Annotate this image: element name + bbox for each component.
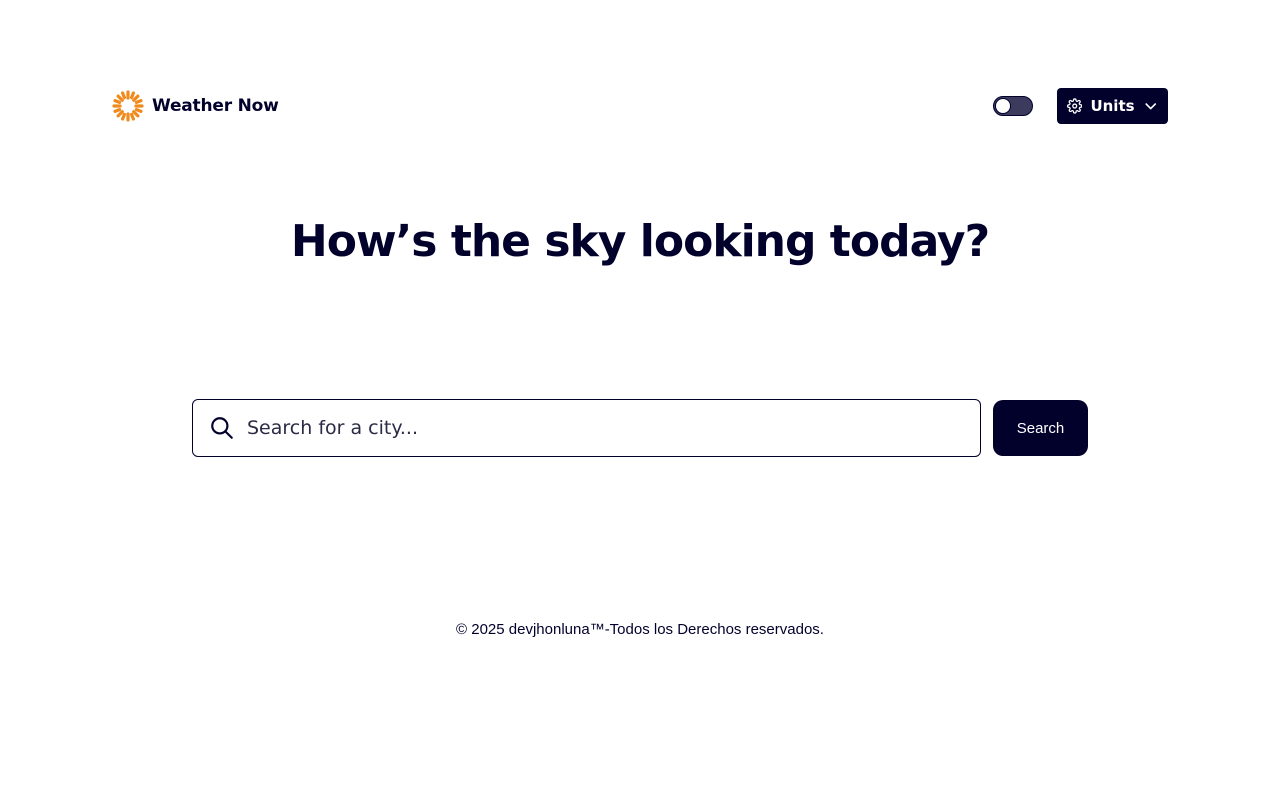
- page-title: How’s the sky looking today?: [290, 216, 990, 267]
- units-button-label: Units: [1090, 97, 1135, 115]
- brand-name: Weather Now: [152, 96, 279, 116]
- footer-copyright: © 2025 devjhonluna™-Todos los Derechos r…: [456, 621, 824, 638]
- search-form: Search: [192, 399, 1088, 457]
- search-field[interactable]: [192, 399, 981, 457]
- gear-icon: [1067, 98, 1083, 114]
- header-actions: Units: [993, 88, 1168, 124]
- search-button[interactable]: Search: [993, 400, 1088, 456]
- chevron-down-icon: [1144, 103, 1156, 110]
- units-button[interactable]: Units: [1057, 88, 1168, 124]
- sun-logo-icon: [112, 90, 144, 122]
- search-input[interactable]: [245, 408, 980, 448]
- theme-toggle[interactable]: [993, 96, 1033, 116]
- theme-toggle-knob: [995, 98, 1011, 114]
- search-icon: [211, 417, 233, 439]
- page: Weather Now Units How’s the sky looking …: [0, 0, 1280, 800]
- app-header: Weather Now Units: [112, 88, 1168, 124]
- brand[interactable]: Weather Now: [112, 88, 279, 124]
